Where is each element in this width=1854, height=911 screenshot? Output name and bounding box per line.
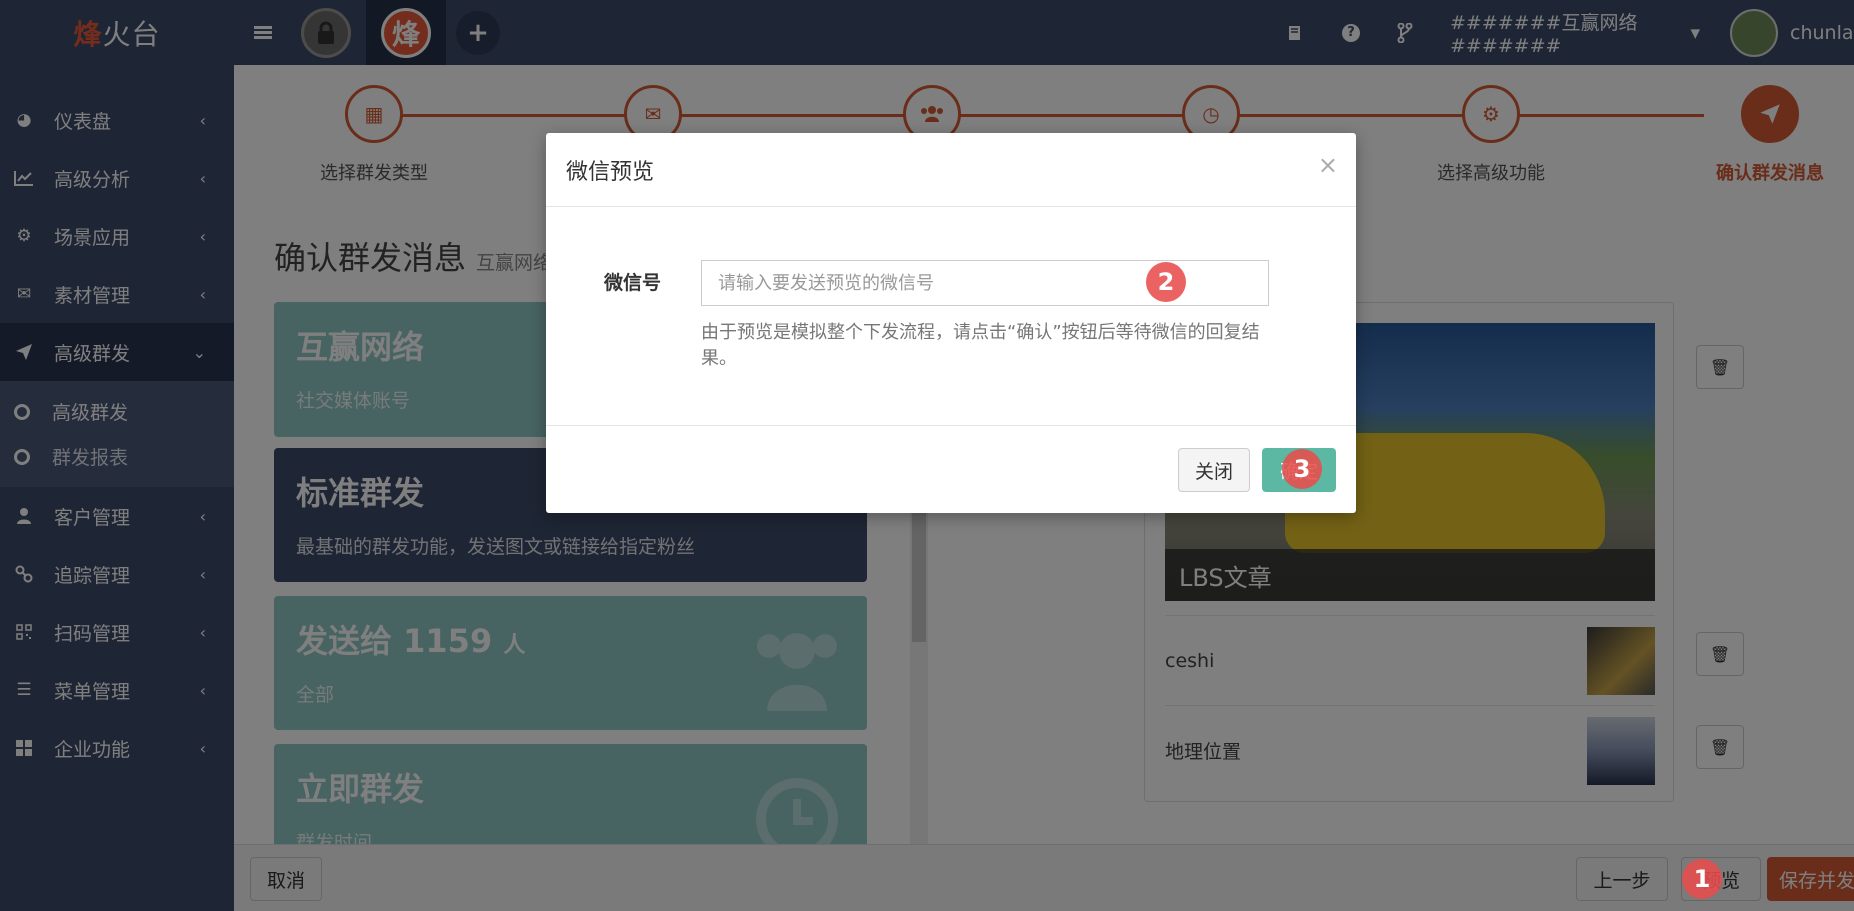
- annotation-marker-3: 3: [1282, 449, 1322, 489]
- help-text: 由于预览是模拟整个下发流程，请点击“确认”按钮后等待微信的回复结果。: [701, 322, 1260, 369]
- dialog-close-button[interactable]: 关闭: [1178, 448, 1250, 492]
- dialog-footer: 关闭 确定: [546, 425, 1356, 513]
- close-icon[interactable]: ×: [1318, 151, 1338, 179]
- wechat-id-label: 微信号: [604, 272, 662, 294]
- annotation-marker-2: 2: [1146, 262, 1186, 302]
- wechat-preview-dialog: 微信预览 × 微信号 由于预览是模拟整个下发流程，请点击“确认”按钮后等待微信的…: [546, 133, 1356, 513]
- dialog-title: 微信预览: [546, 133, 1356, 207]
- annotation-marker-1: 1: [1682, 859, 1722, 899]
